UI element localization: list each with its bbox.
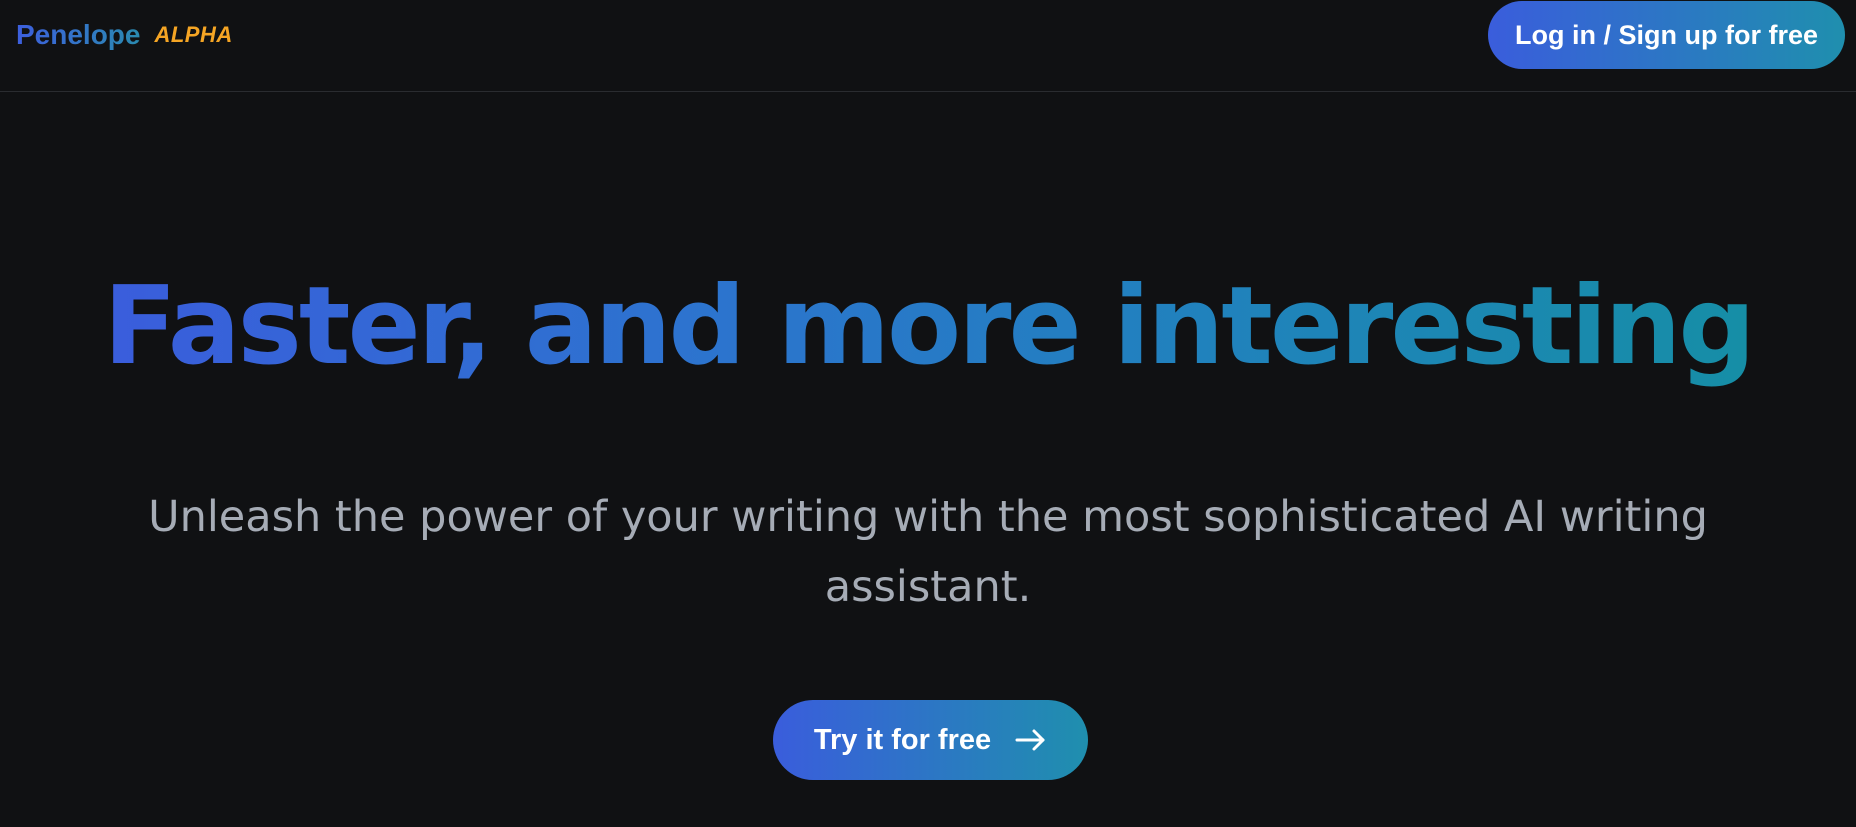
- top-navbar: Penelope ALPHA Log in / Sign up for free: [0, 0, 1856, 92]
- login-signup-button[interactable]: Log in / Sign up for free: [1488, 1, 1845, 69]
- brand-name: Penelope: [16, 19, 141, 50]
- try-free-label: Try it for free: [813, 723, 992, 756]
- hero-headline-text: Faster, and more interesting: [103, 264, 1755, 389]
- try-free-button[interactable]: Try it for free: [773, 700, 1088, 780]
- alpha-badge: ALPHA: [154, 22, 233, 47]
- brand-logo[interactable]: Penelope ALPHA: [16, 18, 233, 52]
- hero-subheadline: Unleash the power of your writing with t…: [148, 492, 1708, 612]
- arrow-right-icon: [1015, 728, 1047, 752]
- hero-headline: Faster, and more interesting: [0, 262, 1856, 392]
